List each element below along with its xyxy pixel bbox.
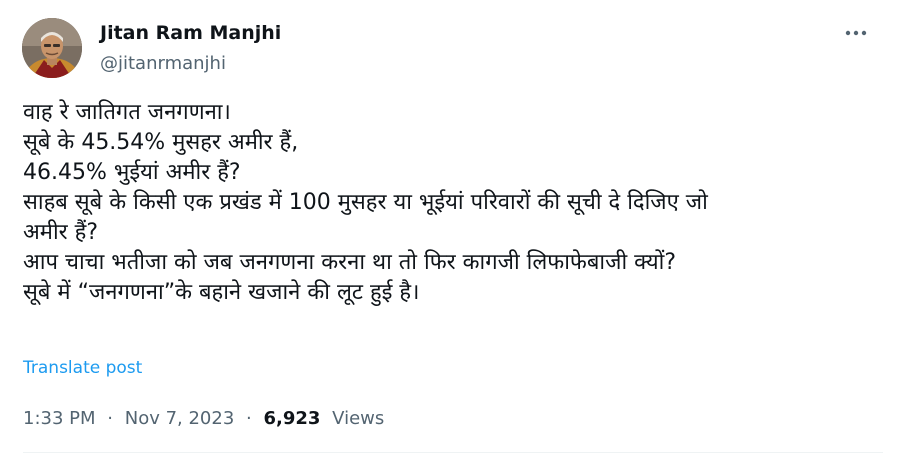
tweet-line: साहब सूबे के किसी एक प्रखंड में 100 मुसह…: [23, 190, 708, 215]
post-time[interactable]: 1:33 PM: [23, 408, 96, 429]
tweet-line: 46.45% भुईयां अमीर हैं?: [23, 160, 241, 185]
views-label: Views: [332, 408, 385, 429]
more-horizontal-icon: [845, 30, 867, 36]
avatar-photo: [22, 18, 82, 78]
tweet-line: अमीर हैं?: [23, 220, 99, 245]
meta-separator: ·: [246, 408, 252, 429]
tweet-card: Jitan Ram Manjhi @jitanrmanjhi वाह रे जा…: [0, 0, 900, 462]
tweet-line: सूबे के 45.54% मुसहर अमीर हैं,: [23, 130, 299, 155]
meta-separator: ·: [107, 408, 113, 429]
translate-post-link[interactable]: Translate post: [23, 358, 142, 378]
more-options-button[interactable]: [836, 18, 876, 48]
tweet-line: आप चाचा भतीजा को जब जनगणना करना था तो फि…: [23, 250, 677, 275]
tweet-line: वाह रे जातिगत जनगणना।: [23, 100, 231, 125]
avatar[interactable]: [22, 18, 82, 78]
views-count: 6,923: [263, 408, 321, 429]
tweet-meta: 1:33 PM · Nov 7, 2023 · 6,923 Views: [23, 408, 384, 429]
author-name[interactable]: Jitan Ram Manjhi: [100, 22, 281, 44]
tweet-text: वाह रे जातिगत जनगणना। सूबे के 45.54% मुस…: [23, 98, 883, 308]
divider: [23, 452, 883, 453]
post-date[interactable]: Nov 7, 2023: [125, 408, 235, 429]
tweet-line: सूबे में “जनगणना”के बहाने खजाने की लूट ह…: [23, 280, 420, 305]
author-handle[interactable]: @jitanrmanjhi: [100, 53, 226, 74]
